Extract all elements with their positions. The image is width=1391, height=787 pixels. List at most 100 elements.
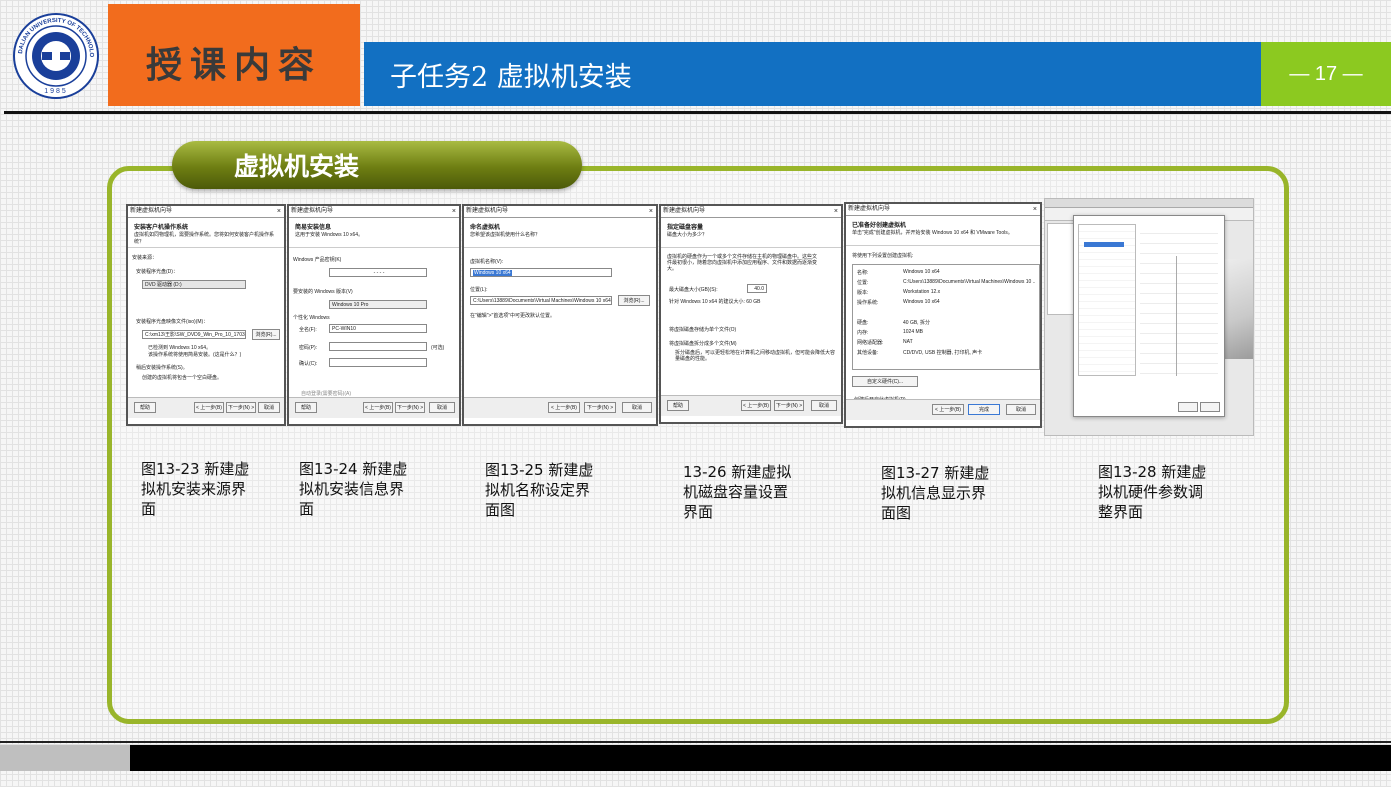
version-label: 要安装的 Windows 版本(V) — [293, 289, 353, 295]
summary-value: NAT — [903, 339, 913, 345]
radio-single-file: 将虚拟磁盘存储为单个文件(O) — [669, 327, 737, 333]
password-field — [329, 342, 427, 351]
window-titlebar: 新建虚拟机向导 × — [846, 204, 1040, 216]
summary-key: 名称: — [857, 270, 869, 276]
caption-fig-13-27: 图13-27 新建虚 拟机信息显示界 面图 — [881, 464, 990, 522]
group-label: 安装来源： — [132, 255, 158, 261]
next-button: 下一步(N) > — [226, 402, 256, 413]
wizard-body: Windows 产品密钥(K) - - - - 要安装的 Windows 版本(… — [289, 248, 459, 418]
personalize-label: 个性化 Windows — [293, 315, 330, 321]
product-key-field: - - - - — [329, 268, 427, 277]
detected-subtext: 该操作系统将使用简易安装。(这是什么？) — [148, 352, 242, 358]
wizard-heading: 简易安装信息 — [295, 225, 332, 231]
finish-button: 完成 — [968, 404, 1000, 415]
close-icon: × — [1032, 206, 1037, 213]
summary-key: 位置: — [857, 280, 869, 286]
wizard-footer: < 上一步(B) 下一步(N) > 取消 — [464, 397, 656, 418]
back-button: < 上一步(B) — [363, 402, 393, 413]
back-button: < 上一步(B) — [548, 402, 580, 413]
screenshot-install-source: 新建虚拟机向导 × 安装客户机操作系统 虚拟机如同物理机，需要操作系统。您将如何安装… — [126, 204, 286, 426]
detected-text: 已检测到 Windows 10 x64。 — [148, 345, 212, 351]
wizard-subheading: 虚拟机如同物理机，需要操作系统。您将如何安装客户机操作系统？ — [134, 232, 275, 245]
wizard-header: 已准备好创建虚拟机 单击"完成"创建虚拟机，并开始安装 Windows 10 x6… — [846, 216, 1040, 246]
fullname-label: 全名(F): — [299, 327, 317, 333]
wizard-header: 指定磁盘容量 磁盘大小为多少？ — [661, 218, 841, 248]
close-icon: × — [451, 208, 456, 215]
vm-name-field: Windows 10 x64 — [470, 268, 612, 277]
section-label: 授课内容 — [145, 44, 322, 86]
summary-key: 内存: — [857, 330, 869, 336]
next-button: 下一步(N) > — [774, 400, 804, 411]
wizard-heading: 指定磁盘容量 — [667, 225, 704, 231]
topic-title-bar: 子任务2 虚拟机安装 — [364, 42, 1261, 106]
back-button: < 上一步(B) — [194, 402, 224, 413]
help-button — [1200, 402, 1220, 412]
caption-fig-13-25: 图13-25 新建虚 拟机名称设定界 面图 — [485, 461, 594, 519]
confirm-field — [329, 358, 427, 367]
section-label-block: 授课内容 — [108, 4, 360, 106]
window-titlebar: 新建虚拟机向导 × — [128, 206, 284, 218]
location-field: C:\Users\13889\Documents\Virtual Machine… — [470, 296, 612, 305]
help-button: 帮助 — [134, 402, 156, 413]
location-label: 位置(L): — [470, 287, 488, 293]
cancel-button: 取消 — [811, 400, 837, 411]
topic-title: 子任务2 虚拟机安装 — [390, 61, 632, 93]
wizard-subheading: 您希望该虚拟机使用什么名称？ — [470, 232, 541, 238]
header-divider — [4, 111, 1391, 114]
browse-button: 浏览(R)... — [252, 329, 280, 340]
recommend-text: 针对 Windows 10 x64 的建议大小: 60 GB — [669, 299, 761, 305]
summary-key: 其他设备: — [857, 350, 879, 356]
selected-device — [1084, 242, 1124, 247]
caption-fig-13-24: 图13-24 新建虚 拟机安装信息界 面 — [299, 460, 408, 518]
product-key-label: Windows 产品密钥(K) — [293, 257, 342, 263]
summary-key: 网络适配器: — [857, 340, 884, 346]
next-button: 下一步(N) > — [584, 402, 616, 413]
window-titlebar: 新建虚拟机向导 × — [661, 206, 841, 218]
wizard-header: 简易安装信息 这用于安装 Windows 10 x64。 — [289, 218, 459, 248]
fullname-field: PC-WIN10 — [329, 324, 427, 333]
summary-value: CD/DVD, USB 控制器, 打印机, 声卡 — [903, 350, 983, 356]
wizard-heading: 已准备好创建虚拟机 — [852, 223, 907, 229]
drive-select: DVD 驱动器 (D:) — [142, 280, 246, 289]
summary-value: 1024 MB — [903, 329, 924, 335]
close-icon: × — [648, 208, 653, 215]
radio-later: 稍后安装操作系统(S)。 — [136, 365, 188, 371]
summary-key: 版本: — [857, 290, 869, 296]
help-button: 帮助 — [667, 400, 689, 411]
vmware-titlebar — [1045, 199, 1253, 208]
summary-value: Workstation 12.x — [903, 289, 941, 295]
autologin-checkbox: 自动登录(需要密码)(A) — [301, 391, 351, 397]
disk-size-field: 40.0 — [747, 284, 767, 293]
window-titlebar: 新建虚拟机向导 × — [464, 206, 656, 218]
section-title-pill: 虚拟机安装 — [172, 141, 582, 189]
summary-value: Windows 10 x64 — [903, 299, 940, 305]
summary-value: Windows 10 x64 — [903, 269, 940, 275]
wizard-heading: 安装客户机操作系统 — [134, 225, 189, 231]
screenshot-hardware-settings — [1044, 198, 1254, 436]
window-title: 新建虚拟机向导 — [663, 208, 706, 214]
disk-size-label: 最大磁盘大小(GB)(S): — [669, 287, 718, 293]
wizard-subheading: 这用于安装 Windows 10 x64。 — [295, 232, 364, 238]
page-number: — 17 — — [1289, 62, 1363, 85]
wizard-header: 安装客户机操作系统 虚拟机如同物理机，需要操作系统。您将如何安装客户机操作系统？ — [128, 218, 284, 248]
close-icon: × — [276, 208, 281, 215]
radio-iso: 安装程序光盘映像文件(iso)(M)： — [136, 319, 209, 325]
close-button — [1178, 402, 1198, 412]
footer-black-bar — [130, 745, 1391, 771]
screenshot-name-vm: 新建虚拟机向导 × 命名虚拟机 您希望该虚拟机使用什么名称？ 虚拟机名称(V): W… — [462, 204, 658, 426]
window-titlebar: 新建虚拟机向导 × — [289, 206, 459, 218]
wizard-header: 命名虚拟机 您希望该虚拟机使用什么名称？ — [464, 218, 656, 248]
radio-multi-file: 将虚拟磁盘拆分成多个文件(M) — [669, 341, 737, 347]
logo-seal-icon: DALIAN UNIVERSITY OF TECHNOLOGY PRESS 19… — [10, 8, 99, 99]
vm-name-label: 虚拟机名称(V): — [470, 259, 504, 265]
wizard-body: 安装来源： 安装程序光盘(D)： DVD 驱动器 (D:) 安装程序光盘映像文件… — [128, 248, 284, 418]
wizard-footer: 帮助 < 上一步(B) 下一步(N) > 取消 — [289, 397, 459, 418]
caption-fig-13-26: 13-26 新建虚拟 机磁盘容量设置 界面 — [683, 463, 792, 521]
customize-hardware-button: 自定义硬件(C)... — [852, 376, 918, 387]
wizard-heading: 命名虚拟机 — [470, 225, 501, 231]
footer-grey-block — [0, 745, 130, 771]
wizard-body: 将使用下列设置创建虚拟机: 名称: Windows 10 x64 位置: C:\… — [846, 246, 1040, 420]
multi-file-description: 拆分磁盘后，可以更轻松地在计算机之间移动虚拟机，但可能会降低大容量磁盘的性能。 — [675, 350, 836, 362]
window-title: 新建虚拟机向导 — [130, 208, 173, 214]
hardware-dialog — [1073, 215, 1225, 417]
